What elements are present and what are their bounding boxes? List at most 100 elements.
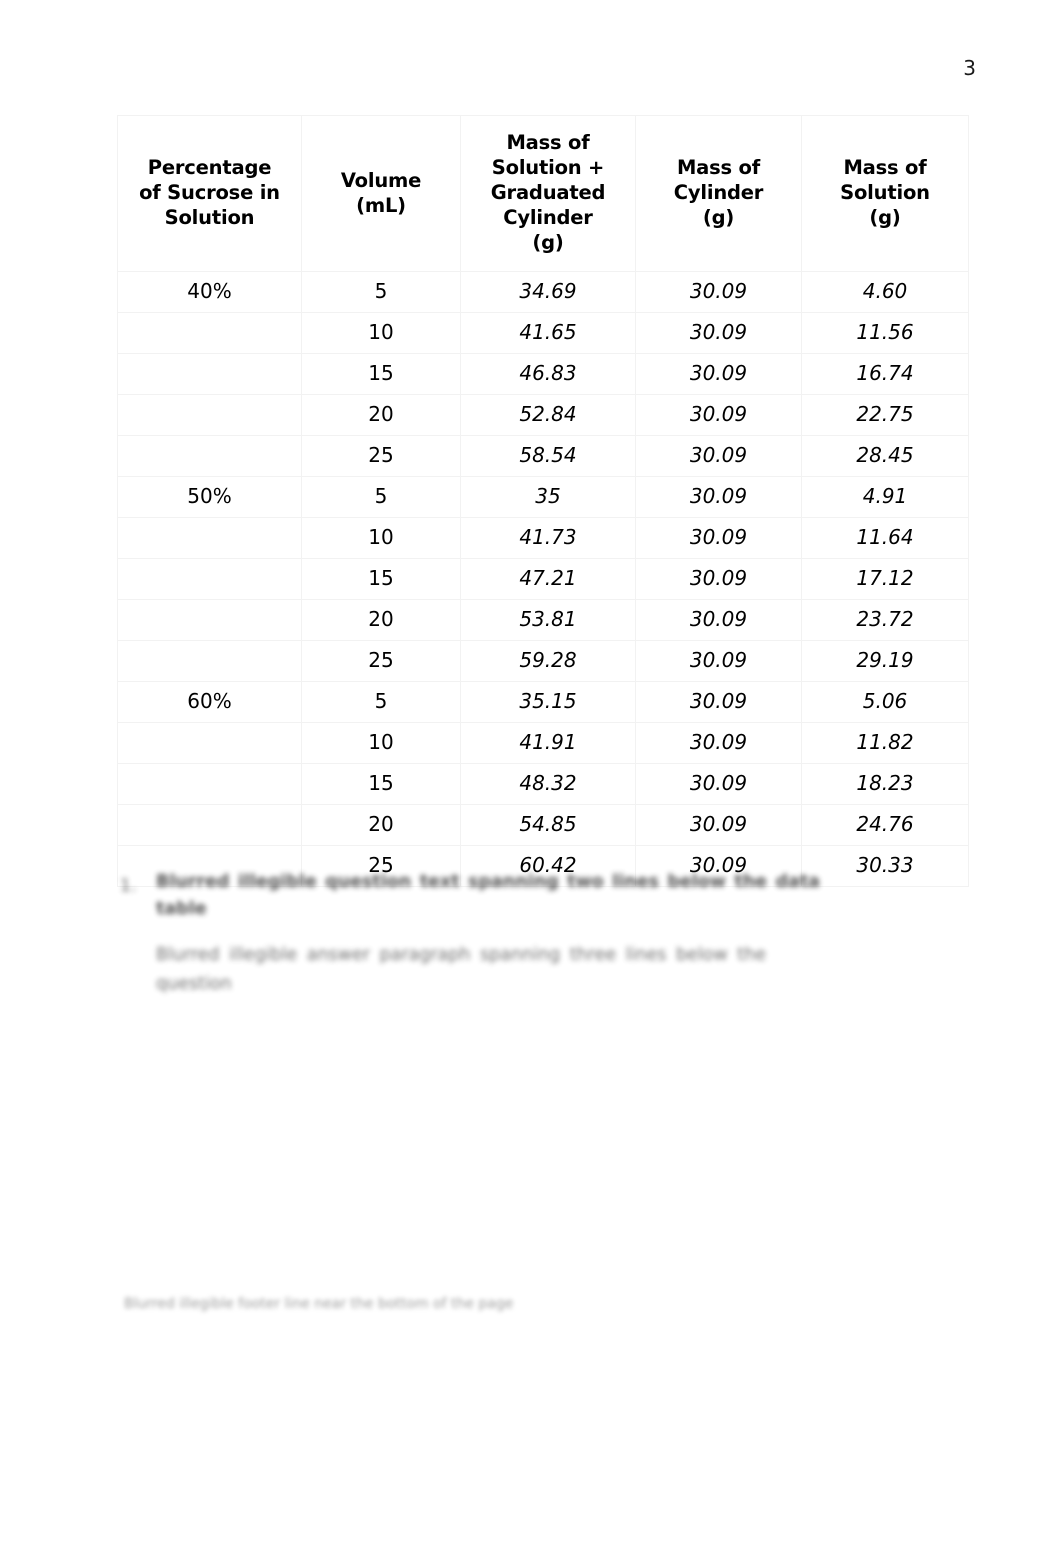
cell-volume: 10 — [301, 517, 461, 559]
cell-mass-cylinder: 30.09 — [635, 558, 802, 600]
cell-percentage: 50% — [117, 476, 302, 518]
cell-mass-solution: 11.82 — [801, 722, 969, 764]
cell-mass-cylinder: 30.09 — [635, 271, 802, 313]
header-line: (g) — [532, 231, 564, 254]
header-line: Mass of — [506, 131, 590, 154]
cell-mass-solution-plus-cylinder: 35 — [460, 476, 636, 518]
data-table-container: Percentage of Sucrose in Solution Volume… — [117, 115, 969, 887]
table-row: 60% 5 35.15 30.09 5.06 — [117, 681, 969, 723]
cell-mass-solution-plus-cylinder: 54.85 — [460, 804, 636, 846]
table-row: 25 59.28 30.09 29.19 — [117, 640, 969, 682]
header-line: Volume — [340, 168, 422, 192]
table-row: 10 41.91 30.09 11.82 — [117, 722, 969, 764]
cell-mass-solution: 30.33 — [801, 845, 969, 887]
cell-mass-cylinder: 30.09 — [635, 804, 802, 846]
cell-mass-solution-plus-cylinder: 34.69 — [460, 271, 636, 313]
cell-percentage — [117, 312, 302, 354]
cell-percentage — [117, 517, 302, 559]
cell-mass-cylinder: 30.09 — [635, 681, 802, 723]
column-header-mass-cylinder: Mass of Cylinder (g) — [635, 115, 802, 272]
cell-mass-solution-plus-cylinder: 47.21 — [460, 558, 636, 600]
cell-mass-cylinder: 30.09 — [635, 435, 802, 477]
footer-block: Blurred illegible footer line near the b… — [124, 1294, 544, 1314]
cell-mass-solution: 24.76 — [801, 804, 969, 846]
header-line: Mass of — [676, 156, 761, 179]
column-header-percentage: Percentage of Sucrose in Solution — [117, 115, 302, 272]
cell-mass-solution-plus-cylinder: 53.81 — [460, 599, 636, 641]
cell-mass-solution-plus-cylinder: 46.83 — [460, 353, 636, 395]
cell-percentage — [117, 763, 302, 805]
cell-mass-cylinder: 30.09 — [635, 353, 802, 395]
cell-percentage: 60% — [117, 681, 302, 723]
cell-mass-solution: 23.72 — [801, 599, 969, 641]
header-line: Cylinder — [673, 181, 764, 204]
cell-mass-cylinder: 30.09 — [635, 517, 802, 559]
cell-mass-cylinder: 30.09 — [635, 476, 802, 518]
header-line: (mL) — [356, 193, 406, 217]
cell-mass-solution: 11.64 — [801, 517, 969, 559]
table-row: 20 52.84 30.09 22.75 — [117, 394, 969, 436]
table-row: 50% 5 35 30.09 4.91 — [117, 476, 969, 518]
table-body: 40% 5 34.69 30.09 4.60 10 41.65 30.09 11… — [117, 271, 969, 887]
question-number: 1. — [120, 876, 137, 896]
header-line: Mass of — [843, 156, 927, 179]
header-line: Cylinder — [503, 206, 593, 229]
cell-mass-solution-plus-cylinder: 48.32 — [460, 763, 636, 805]
cell-volume: 25 — [301, 435, 461, 477]
table-row: 20 53.81 30.09 23.72 — [117, 599, 969, 641]
cell-volume: 15 — [301, 558, 461, 600]
answer-text: Blurred illegible answer paragraph spann… — [156, 945, 766, 994]
cell-mass-cylinder: 30.09 — [635, 722, 802, 764]
header-line: Graduated — [490, 181, 606, 204]
cell-mass-solution-plus-cylinder: 59.28 — [460, 640, 636, 682]
header-line: Solution — [840, 181, 930, 204]
cell-volume: 5 — [301, 476, 461, 518]
page-number: 3 — [963, 56, 976, 80]
header-line: Solution + — [491, 156, 605, 179]
cell-mass-cylinder: 30.09 — [635, 640, 802, 682]
cell-mass-solution: 5.06 — [801, 681, 969, 723]
cell-mass-solution: 11.56 — [801, 312, 969, 354]
column-header-volume: Volume (mL) — [301, 115, 461, 272]
cell-percentage — [117, 394, 302, 436]
cell-volume: 10 — [301, 312, 461, 354]
cell-percentage — [117, 640, 302, 682]
column-header-mass-solution-plus-cylinder: Mass of Solution + Graduated Cylinder (g… — [460, 115, 636, 272]
cell-percentage — [117, 804, 302, 846]
cell-volume: 20 — [301, 599, 461, 641]
cell-mass-cylinder: 30.09 — [635, 394, 802, 436]
cell-mass-solution-plus-cylinder: 35.15 — [460, 681, 636, 723]
cell-mass-solution: 29.19 — [801, 640, 969, 682]
cell-percentage — [117, 722, 302, 764]
cell-mass-solution: 17.12 — [801, 558, 969, 600]
cell-percentage — [117, 353, 302, 395]
table-row: 15 48.32 30.09 18.23 — [117, 763, 969, 805]
cell-percentage — [117, 435, 302, 477]
cell-mass-cylinder: 30.09 — [635, 312, 802, 354]
cell-mass-cylinder: 30.09 — [635, 763, 802, 805]
question-text: Blurred illegible question text spanning… — [156, 872, 820, 919]
cell-percentage: 40% — [117, 271, 302, 313]
column-header-mass-solution: Mass of Solution (g) — [801, 115, 969, 272]
header-line: of Sucrose in — [139, 181, 280, 204]
cell-volume: 10 — [301, 722, 461, 764]
table-row: 15 47.21 30.09 17.12 — [117, 558, 969, 600]
answer-block: Blurred illegible answer paragraph spann… — [156, 941, 766, 999]
header-line: (g) — [869, 206, 901, 229]
cell-percentage — [117, 599, 302, 641]
cell-mass-solution: 22.75 — [801, 394, 969, 436]
cell-mass-solution-plus-cylinder: 58.54 — [460, 435, 636, 477]
table-row: 25 58.54 30.09 28.45 — [117, 435, 969, 477]
cell-volume: 5 — [301, 681, 461, 723]
header-line: Percentage — [147, 156, 272, 179]
table-row: 15 46.83 30.09 16.74 — [117, 353, 969, 395]
header-line: Solution — [164, 206, 255, 229]
cell-volume: 25 — [301, 640, 461, 682]
cell-volume: 20 — [301, 394, 461, 436]
cell-mass-solution: 16.74 — [801, 353, 969, 395]
table-row: 10 41.65 30.09 11.56 — [117, 312, 969, 354]
cell-percentage — [117, 558, 302, 600]
cell-mass-cylinder: 30.09 — [635, 599, 802, 641]
cell-mass-solution: 4.91 — [801, 476, 969, 518]
table-header-row: Percentage of Sucrose in Solution Volume… — [117, 115, 969, 272]
